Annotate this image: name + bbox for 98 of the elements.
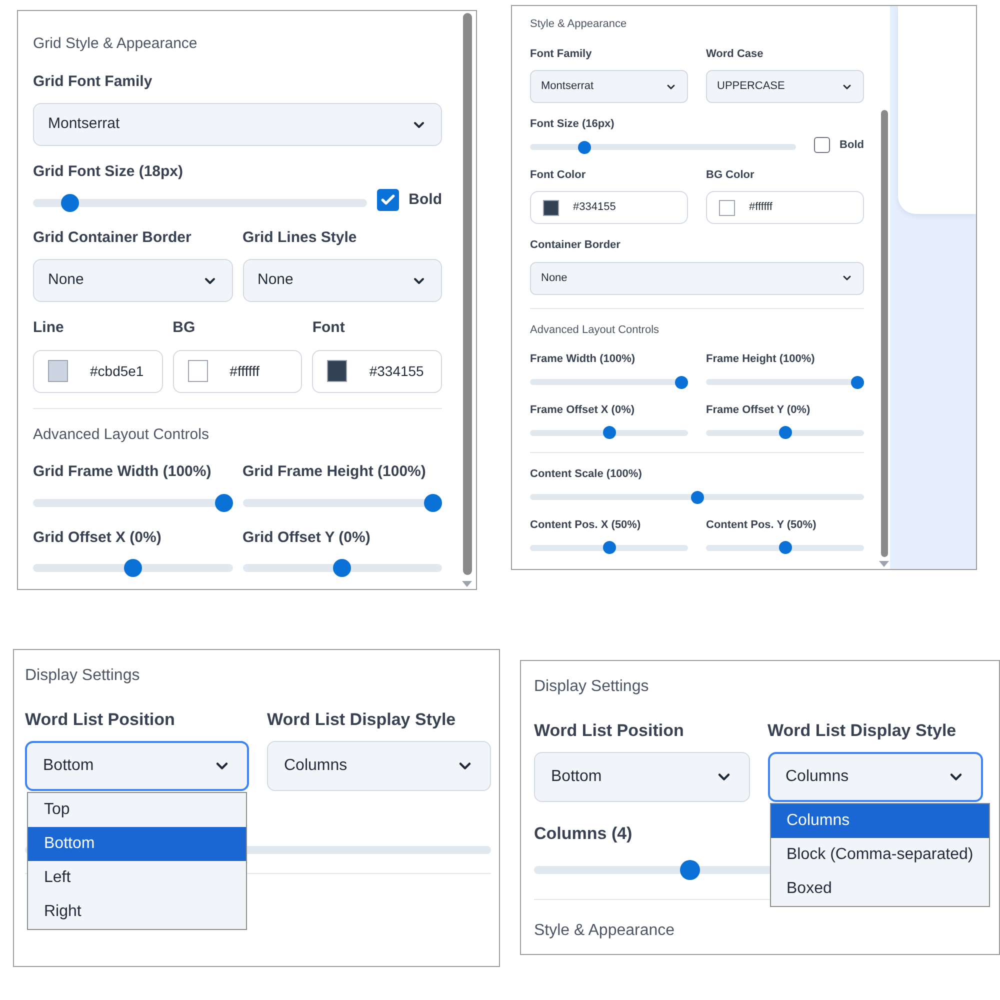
- select-dropdown[interactable]: Montserrat: [33, 103, 442, 146]
- slider[interactable]: [33, 194, 367, 212]
- slider[interactable]: [242, 494, 442, 512]
- scroll-down-icon[interactable]: [462, 581, 472, 587]
- field-label: Grid Frame Height (100%): [242, 462, 427, 482]
- slider-thumb[interactable]: [124, 559, 142, 577]
- dropdown-option[interactable]: Left: [28, 860, 246, 894]
- color-value: #334155: [369, 362, 424, 380]
- section-heading: Display Settings: [25, 666, 140, 686]
- select-dropdown[interactable]: Columns: [267, 740, 491, 790]
- scrollbar-thumb[interactable]: [880, 110, 888, 557]
- field-label: Grid Font Size (18px): [33, 162, 184, 182]
- slider[interactable]: [530, 140, 796, 154]
- color-value: #ffffff: [230, 362, 260, 380]
- dropdown-option[interactable]: Bottom: [28, 826, 246, 860]
- dropdown-option[interactable]: Block (Comma-separated): [770, 838, 990, 872]
- section-heading: Display Settings: [534, 677, 649, 697]
- field-label: BG Color: [706, 168, 756, 182]
- section-heading: Advanced Layout Controls: [530, 322, 660, 338]
- dropdown-option[interactable]: Boxed: [770, 872, 990, 906]
- field-label: Content Pos. X (50%): [530, 518, 642, 532]
- field-label: Grid Lines Style: [242, 228, 358, 248]
- field-label: Font Size (16px): [530, 117, 616, 132]
- color-field[interactable]: #cbd5e1: [33, 350, 163, 392]
- color-field[interactable]: #ffffff: [172, 350, 302, 392]
- slider-thumb[interactable]: [690, 490, 704, 504]
- dropdown-option[interactable]: Columns: [770, 804, 990, 838]
- checkbox[interactable]: [814, 137, 830, 154]
- section-heading: Advanced Layout Controls: [33, 424, 209, 444]
- field-label: Font Family: [530, 46, 593, 62]
- field-label: Grid Container Border: [33, 228, 192, 248]
- slider[interactable]: [706, 426, 864, 439]
- section-heading: Style & Appearance: [534, 921, 675, 941]
- slider[interactable]: [530, 541, 688, 554]
- select-dropdown[interactable]: Bottom: [534, 752, 750, 802]
- field-label: Frame Height (100%): [706, 352, 816, 367]
- slider-thumb[interactable]: [602, 541, 616, 554]
- select-dropdown[interactable]: UPPERCASE: [706, 70, 864, 103]
- color-field[interactable]: #ffffff: [706, 191, 864, 224]
- field-label: Word Case: [706, 46, 764, 62]
- color-field[interactable]: #334155: [530, 191, 688, 224]
- scroll-down-icon[interactable]: [879, 561, 889, 567]
- section-heading: Grid Style & Appearance: [33, 34, 198, 54]
- checkbox[interactable]: [376, 189, 399, 212]
- field-label: Font Color: [530, 168, 587, 182]
- slider[interactable]: [530, 376, 688, 388]
- field-label: Frame Width (100%): [530, 352, 636, 367]
- field-label: Line: [33, 318, 65, 338]
- field-label: Content Scale (100%): [530, 467, 643, 482]
- color-value: #cbd5e1: [90, 362, 144, 380]
- select-dropdown[interactable]: Montserrat: [530, 70, 688, 103]
- field-label: Bold: [840, 138, 864, 153]
- slider[interactable]: [33, 494, 232, 512]
- select-dropdown[interactable]: None: [242, 259, 442, 302]
- slider-thumb[interactable]: [424, 494, 442, 512]
- slider-thumb[interactable]: [778, 426, 792, 439]
- field-label: Grid Font Family: [33, 72, 154, 92]
- slider-thumb[interactable]: [675, 376, 688, 388]
- slider-thumb[interactable]: [680, 860, 700, 880]
- slider[interactable]: [242, 559, 442, 577]
- field-label: Font: [312, 318, 346, 338]
- slider-thumb[interactable]: [333, 559, 352, 577]
- slider-thumb[interactable]: [578, 140, 591, 154]
- field-label: Word List Position: [534, 720, 685, 742]
- field-label: Word List Display Style: [267, 709, 457, 731]
- slider-thumb[interactable]: [602, 426, 616, 439]
- slider[interactable]: [706, 376, 864, 388]
- slider[interactable]: [33, 559, 232, 577]
- slider[interactable]: [706, 541, 864, 554]
- color-field[interactable]: #334155: [312, 350, 442, 392]
- slider-thumb[interactable]: [778, 541, 792, 554]
- slider-thumb[interactable]: [851, 376, 864, 388]
- field-label: Word List Position: [25, 709, 176, 731]
- field-label: Container Border: [530, 238, 622, 253]
- color-value: #334155: [573, 200, 616, 216]
- field-label: Grid Offset X (0%): [33, 528, 162, 548]
- field-label: Grid Offset Y (0%): [242, 528, 372, 548]
- slider[interactable]: [530, 490, 864, 504]
- field-label: Bold: [408, 190, 442, 210]
- field-label: Grid Frame Width (100%): [33, 462, 212, 482]
- select-dropdown[interactable]: Bottom: [25, 740, 249, 790]
- field-label: BG: [172, 318, 196, 338]
- field-label: Frame Offset X (0%): [530, 402, 636, 418]
- scrollbar-thumb[interactable]: [462, 13, 472, 575]
- slider-thumb[interactable]: [61, 194, 80, 212]
- section-heading: Style & Appearance: [530, 17, 627, 32]
- field-label: Columns (4): [534, 822, 634, 844]
- select-dropdown[interactable]: None: [530, 262, 864, 294]
- dropdown-option[interactable]: Top: [28, 792, 246, 826]
- field-label: Frame Offset Y (0%): [706, 402, 812, 418]
- slider[interactable]: [530, 426, 688, 439]
- select-dropdown[interactable]: Columns: [768, 752, 983, 802]
- slider-thumb[interactable]: [214, 494, 232, 512]
- field-label: Word List Display Style: [768, 720, 958, 742]
- select-dropdown[interactable]: None: [33, 259, 232, 302]
- dropdown-option[interactable]: Right: [28, 894, 246, 928]
- field-label: Content Pos. Y (50%): [706, 518, 818, 532]
- color-value: #ffffff: [749, 200, 772, 216]
